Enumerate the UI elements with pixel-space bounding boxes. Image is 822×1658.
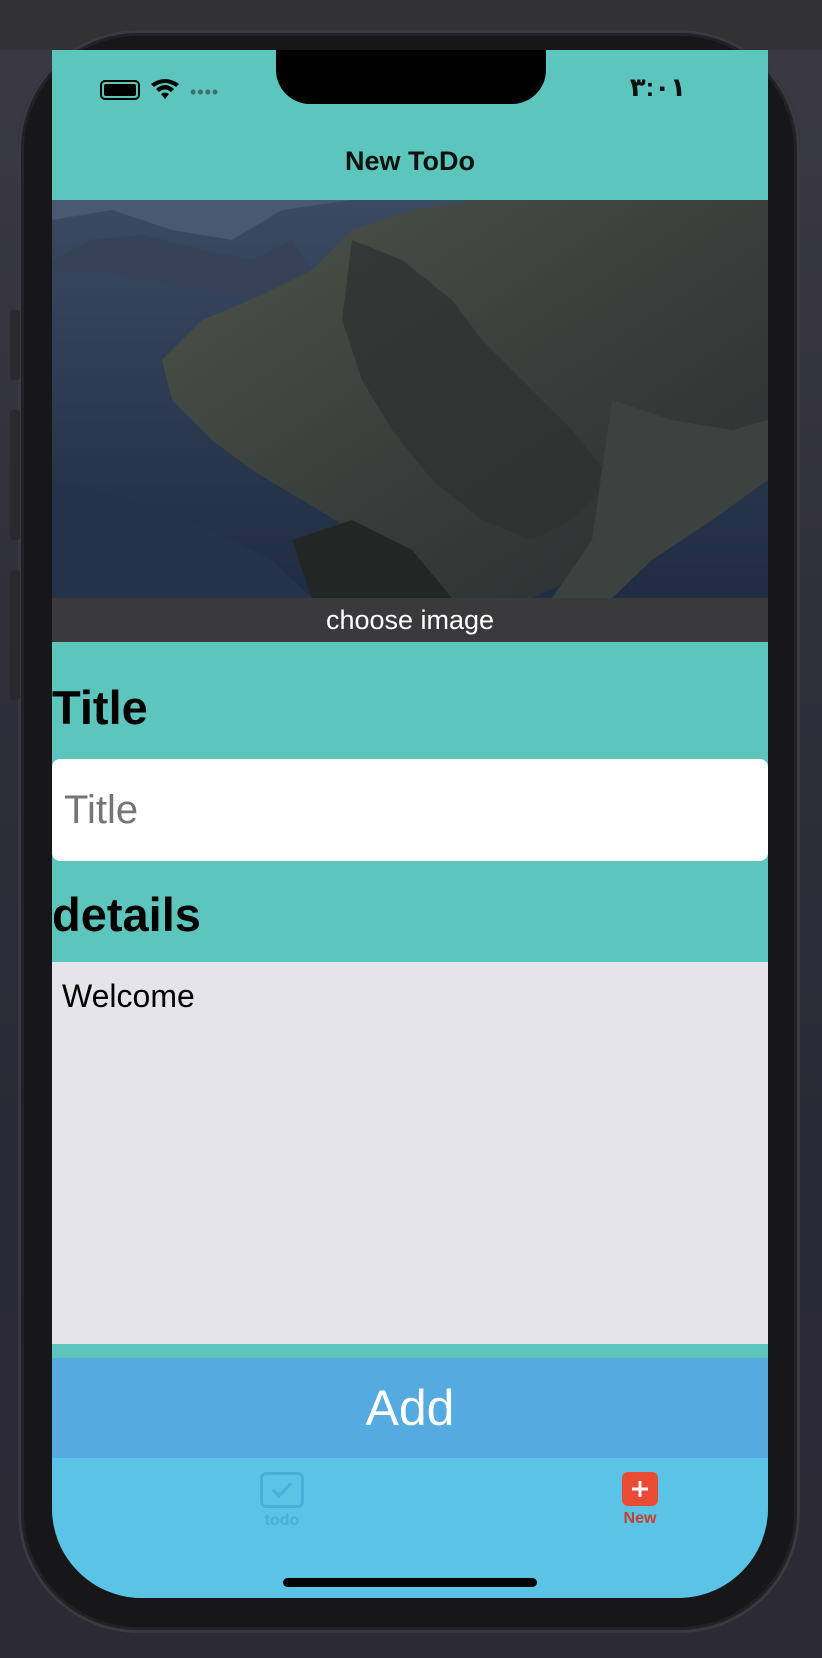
tab-bar: todo New: [52, 1458, 768, 1598]
home-indicator[interactable]: [283, 1578, 537, 1587]
tab-new[interactable]: New: [580, 1472, 700, 1528]
details-label: details: [52, 888, 201, 941]
tab-new-label: New: [623, 1510, 657, 1527]
add-button[interactable]: Add: [52, 1358, 768, 1458]
battery-icon: [100, 79, 140, 100]
app-screen: •••• ٣:٠١ New ToDo choose image Title Ti…: [52, 50, 768, 1598]
checkmark-square-icon: [260, 1472, 304, 1508]
selected-image[interactable]: [52, 200, 768, 598]
cellular-signal-icon: ••••: [190, 82, 220, 102]
phone-side-button: [10, 570, 20, 700]
landscape-photo: [52, 200, 768, 598]
tab-todo-label: todo: [264, 1512, 300, 1529]
page-title: New ToDo: [345, 146, 475, 176]
details-textarea[interactable]: Welcome: [52, 962, 768, 1344]
status-time: ٣:٠١: [629, 72, 686, 102]
tab-todo[interactable]: todo: [222, 1472, 342, 1530]
phone-side-button: [10, 410, 20, 540]
title-input[interactable]: [52, 759, 768, 861]
title-label: Title: [52, 681, 148, 734]
plus-square-icon: [622, 1472, 658, 1506]
status-bar-left: ••••: [100, 76, 219, 103]
choose-image-button[interactable]: choose image: [52, 598, 768, 642]
wifi-icon: [151, 78, 179, 99]
camera-notch: [276, 50, 546, 104]
phone-side-button: [10, 310, 20, 380]
details-text: Welcome: [62, 978, 195, 1014]
